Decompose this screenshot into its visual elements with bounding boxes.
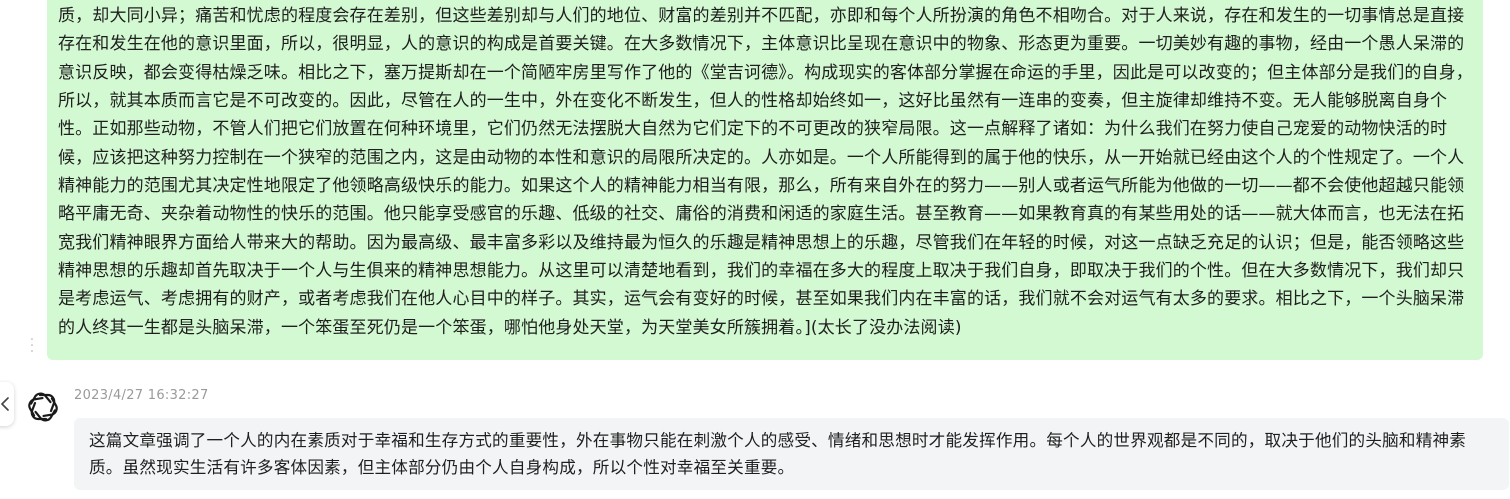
assistant-message-bubble: 这篇文章强调了一个人的内在素质对于幸福和生存方式的重要性，外在事物只能在刺激个人…	[74, 418, 1509, 491]
openai-logo-icon	[28, 392, 58, 422]
sidebar-collapse-button[interactable]	[0, 382, 14, 426]
chevron-left-icon	[1, 397, 9, 411]
drag-handle-icon[interactable]: · · ·	[28, 333, 36, 359]
chat-page: 质，却大同小异；痛苦和忧虑的程度会存在差别，但这些差别却与人们的地位、财富的差别…	[0, 0, 1510, 499]
assistant-message-text: 这篇文章强调了一个人的内在素质对于幸福和生存方式的重要性，外在事物只能在刺激个人…	[89, 431, 1467, 478]
message-timestamp: 2023/4/27 16:32:27	[74, 388, 209, 403]
user-message-text: 质，却大同小异；痛苦和忧虑的程度会存在差别，但这些差别却与人们的地位、财富的差别…	[58, 6, 1473, 338]
user-message-bubble: 质，却大同小异；痛苦和忧虑的程度会存在差别，但这些差别却与人们的地位、财富的差别…	[47, 0, 1483, 360]
